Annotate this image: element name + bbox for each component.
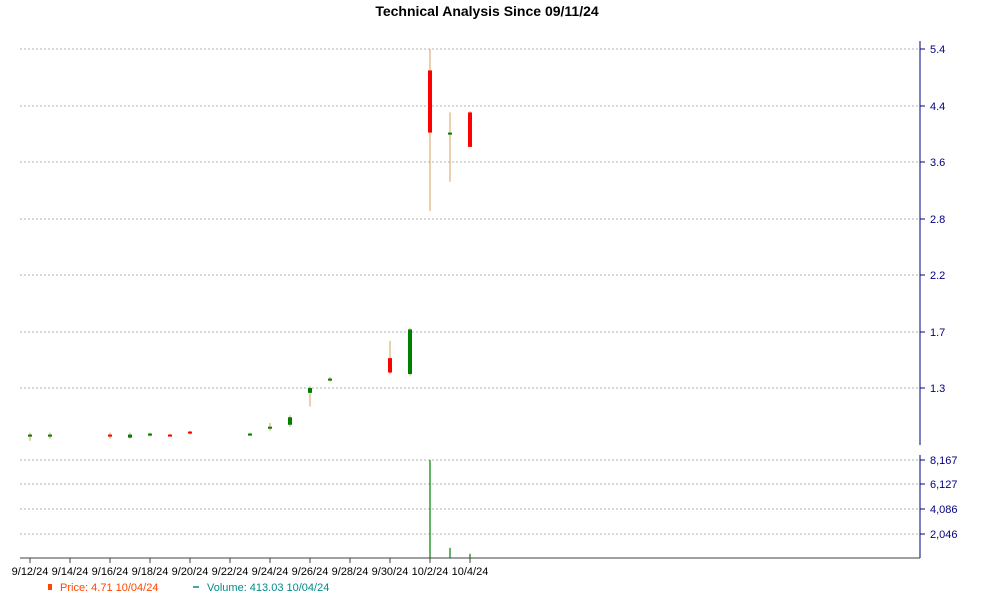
- candle-body: [48, 434, 52, 437]
- x-tick-label: 9/14/24: [52, 566, 89, 578]
- legend-volume-label: Volume: 413.03 10/04/24: [207, 582, 329, 594]
- price-tick-label: 1.3: [930, 383, 945, 395]
- chart-title: Technical Analysis Since 09/11/24: [375, 3, 599, 19]
- price-tick-label: 1.7: [930, 327, 945, 339]
- volume-tick-label: 2,046: [930, 529, 958, 541]
- legend-price-label: Price: 4.71 10/04/24: [60, 582, 158, 594]
- volume-tick-label: 4,086: [930, 504, 958, 516]
- candle-body: [448, 132, 452, 135]
- chart-container: Technical Analysis Since 09/11/24 1.3 1.7…: [0, 0, 1000, 600]
- x-tick-label: 9/18/24: [132, 566, 169, 578]
- x-tick-label: 9/24/24: [252, 566, 289, 578]
- price-tick-label: 2.8: [930, 214, 945, 226]
- candle-body: [248, 433, 252, 436]
- candle-body: [388, 358, 392, 373]
- axes: [20, 41, 925, 563]
- x-tick-label: 9/28/24: [332, 566, 369, 578]
- candle-body: [108, 434, 112, 437]
- x-tick-label: 9/12/24: [12, 566, 49, 578]
- candle-body: [308, 388, 312, 393]
- x-tick-label: 9/30/24: [372, 566, 409, 578]
- legend-price-marker: [48, 584, 52, 590]
- candle-body: [428, 70, 432, 133]
- candle-body: [128, 434, 132, 438]
- candle-body: [148, 433, 152, 436]
- candle-body: [28, 434, 32, 437]
- volume-tick-label: 8,167: [930, 455, 958, 467]
- candle-body: [328, 378, 332, 381]
- legend: Price: 4.71 10/04/24 Volume: 413.03 10/04…: [48, 582, 329, 594]
- volume-tick-label: 6,127: [930, 479, 958, 491]
- x-tick-label: 9/20/24: [172, 566, 209, 578]
- candle-body: [468, 112, 472, 147]
- x-tick-label: 10/2/24: [412, 566, 449, 578]
- candle-body: [268, 426, 272, 429]
- x-tick-label: 9/26/24: [292, 566, 329, 578]
- candle-body: [188, 431, 192, 434]
- tick-labels: 1.3 1.7 2.2 2.8 3.6 4.4 5.4 2,046 4,086 6,127 8,16…: [12, 44, 958, 578]
- candle-body: [288, 417, 292, 425]
- candlesticks: [28, 49, 472, 441]
- candle-body: [168, 434, 172, 437]
- technical-analysis-chart: Technical Analysis Since 09/11/24 1.3 1.7…: [12, 3, 958, 594]
- price-tick-label: 2.2: [930, 270, 945, 282]
- price-tick-label: 3.6: [930, 157, 945, 169]
- x-tick-label: 10/4/24: [452, 566, 489, 578]
- x-tick-label: 9/16/24: [92, 566, 129, 578]
- price-tick-label: 4.4: [930, 101, 945, 113]
- price-tick-label: 5.4: [930, 44, 945, 56]
- candle-body: [408, 329, 412, 375]
- x-tick-label: 9/22/24: [212, 566, 249, 578]
